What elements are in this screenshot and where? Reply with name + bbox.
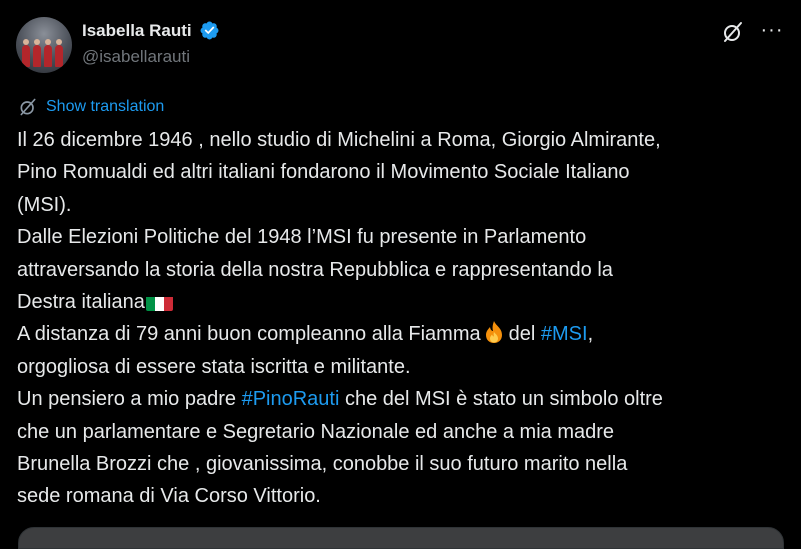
avatar-figure <box>55 45 63 67</box>
author-name-block: Isabella Rauti @isabellarauti <box>82 20 220 67</box>
translate-icon <box>20 98 36 116</box>
show-translation-row[interactable]: Show translation <box>18 96 164 118</box>
avatar-figure-head <box>23 39 29 45</box>
tweet-line: (MSI). <box>17 193 72 216</box>
avatar-figure <box>22 45 30 67</box>
tweet-header: Isabella Rauti @isabellarauti ··· <box>16 16 785 76</box>
avatar-figure <box>44 45 52 67</box>
grok-icon[interactable] <box>721 20 745 44</box>
tweet-line-with-hashtag: A distanza di 79 anni buon compleanno al… <box>17 318 787 350</box>
tweet-line: sede romana di Via Corso Vittorio. <box>17 485 321 508</box>
avatar-figure-head <box>45 39 51 45</box>
more-options-icon[interactable]: ··· <box>759 20 785 44</box>
fire-emoji <box>485 321 502 344</box>
tweet-line: orgogliosa di essere stata iscritta e mi… <box>17 355 411 378</box>
tweet-line: Il 26 dicembre 1946 , nello studio di Mi… <box>17 129 661 151</box>
avatar-figure-head <box>56 39 62 45</box>
avatar-figure <box>33 45 41 67</box>
show-translation-link[interactable]: Show translation <box>46 98 164 116</box>
hashtag-msi[interactable]: #MSI <box>541 323 588 345</box>
tweet-line-text: A distanza di 79 anni buon compleanno al… <box>17 323 481 346</box>
tweet-line-with-flag: Destra italiana <box>17 286 787 318</box>
tweet-line-with-hashtag: Un pensiero a mio padre #PinoRauti che d… <box>17 383 787 415</box>
hashtag-pinorauti[interactable]: #PinoRauti <box>242 388 340 410</box>
tweet-line: che un parlamentare e Segretario Naziona… <box>17 420 615 443</box>
tweet-text: Il 26 dicembre 1946 , nello studio di Mi… <box>17 124 787 513</box>
tweet-line: Dalle Elezioni Politiche del 1948 l’MSI … <box>17 226 587 249</box>
tweet-line-text: Un pensiero a mio padre <box>17 388 237 411</box>
tweet-line-text: Destra italiana <box>17 290 145 313</box>
tweet-line: Pino Romualdi ed altri italiani fondaron… <box>17 161 630 184</box>
tweet-line-text: che del MSI è stato un simbolo oltre <box>344 388 663 411</box>
author-handle[interactable]: @isabellarauti <box>82 47 220 67</box>
verified-badge-icon[interactable] <box>199 20 220 41</box>
avatar-figure-head <box>34 39 40 45</box>
tweet-line-text: , <box>587 323 594 346</box>
author-display-name[interactable]: Isabella Rauti <box>82 21 192 41</box>
tweet-line: Brunella Brozzi che , giovanissima, cono… <box>17 452 628 475</box>
italy-flag-emoji <box>145 293 173 311</box>
author-avatar[interactable] <box>16 17 72 73</box>
tweet-line: attraversando la storia della nostra Rep… <box>17 258 613 281</box>
tweet-line-text: del <box>508 323 536 346</box>
tweet-media-preview[interactable] <box>18 527 784 549</box>
